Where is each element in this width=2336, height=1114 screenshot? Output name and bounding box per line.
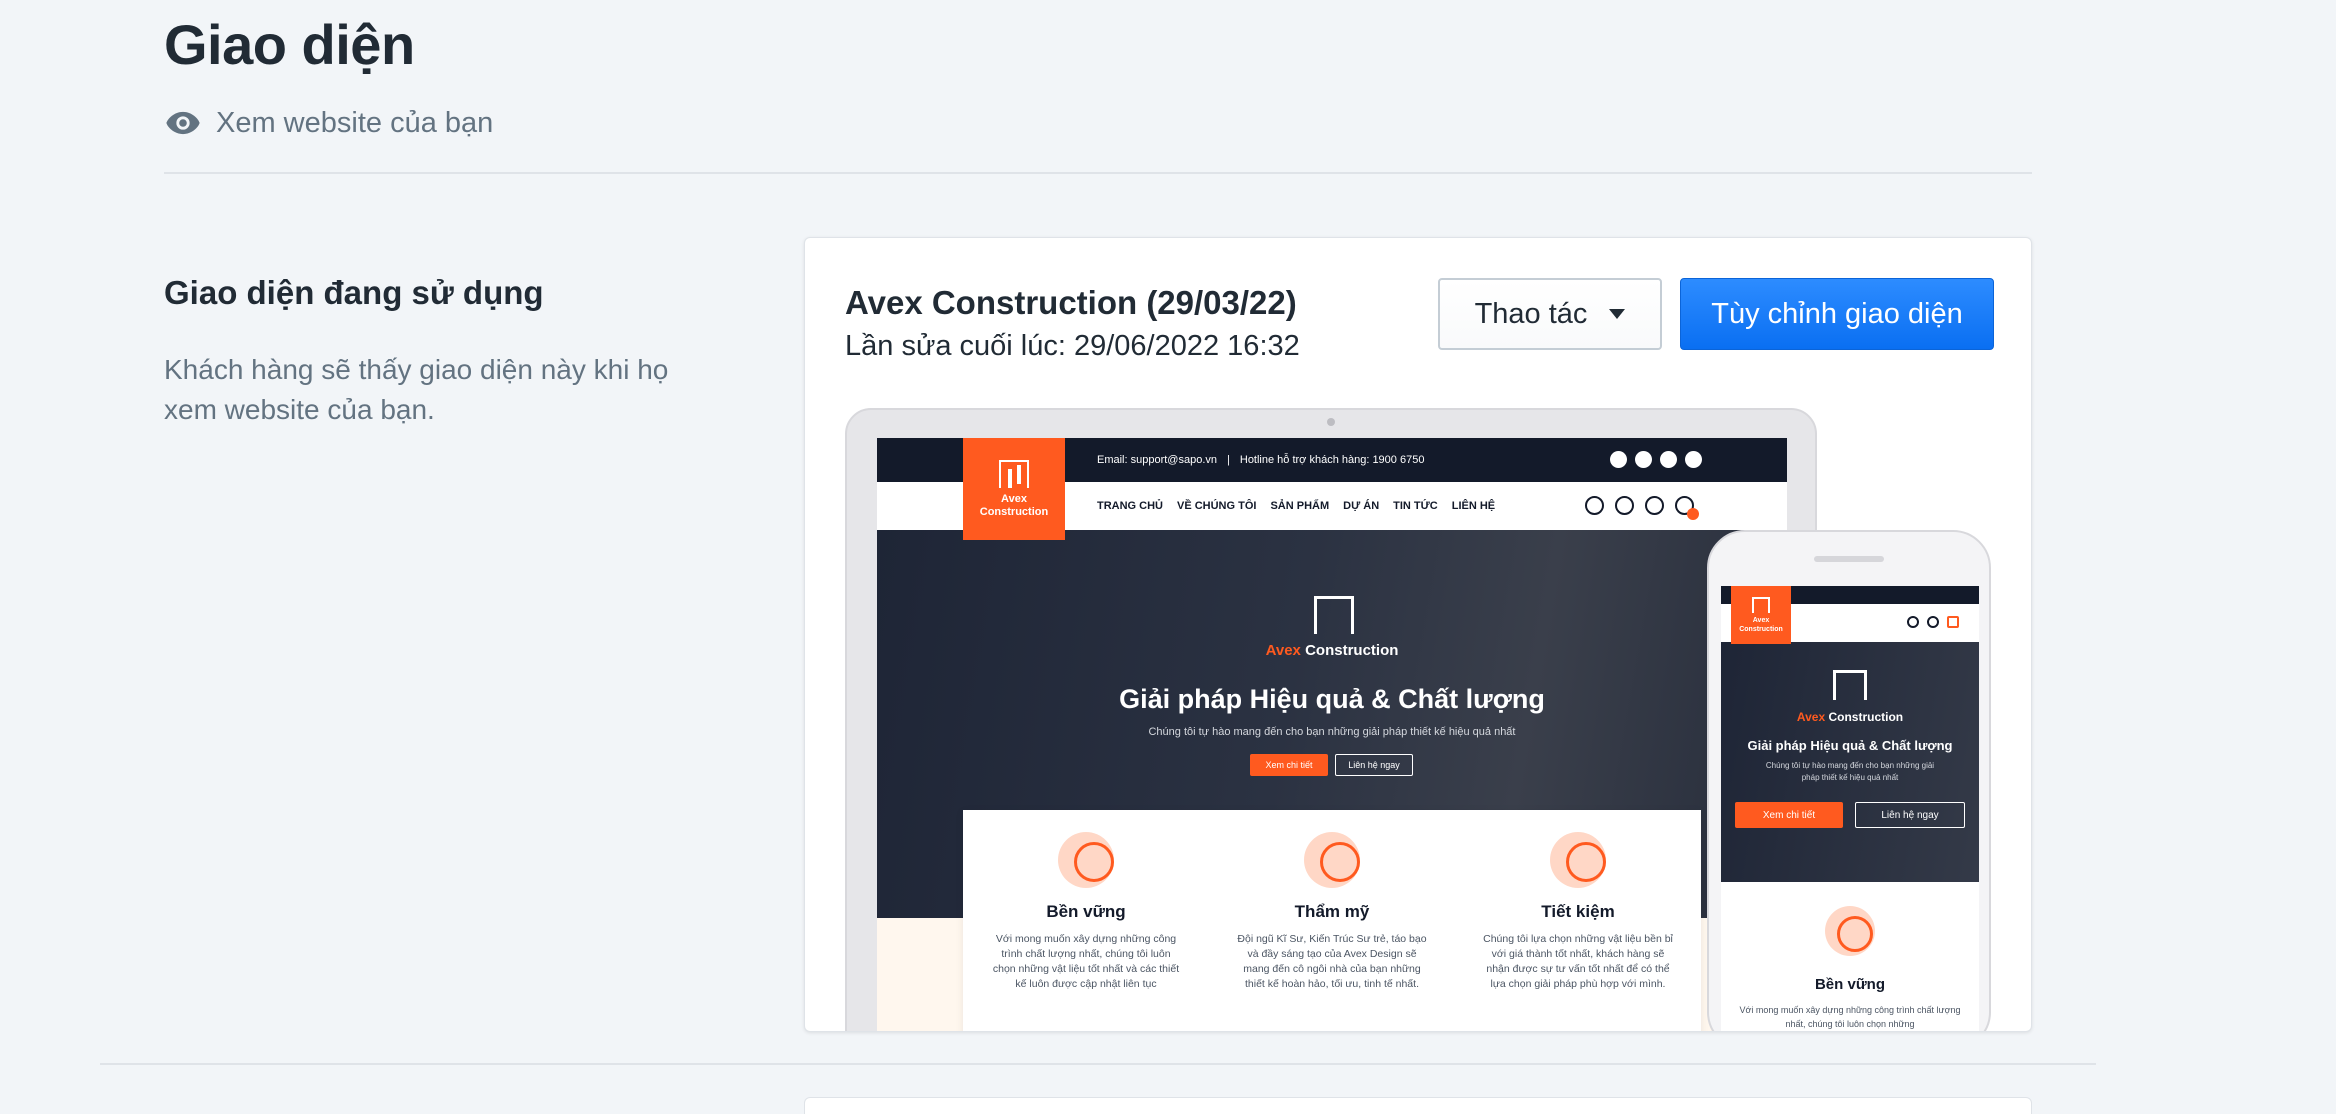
theme-last-edited: Lần sửa cuối lúc: 29/06/2022 16:32 [845,330,1300,362]
logo-line2: Construction [1739,625,1783,633]
hero-title: Giải pháp Hiệu quả & Chất lượng [1747,738,1953,753]
section-title: Giao diện đang sử dụng [164,274,544,311]
current-theme-card: Avex Construction (29/03/22) Lần sửa cuố… [804,237,2032,1032]
hero-brand: Avex Construction [877,642,1787,659]
house-design-icon [1304,832,1360,888]
brand-accent: Avex [1796,710,1826,724]
phone-speaker [1814,556,1884,562]
desktop-preview-screen: Email: support@sapo.vn | Hotline hỗ trợ … [877,438,1787,1031]
view-website-label: Xem website của bạn [216,106,494,139]
brand-rest: Construction [1300,642,1399,659]
actions-dropdown-button[interactable]: Thao tác [1438,278,1662,350]
building-icon [999,459,1029,488]
preview-separator: | [1227,454,1230,466]
logo-line2: Construction [979,505,1049,518]
nav-item: VỀ CHÚNG TÔI [1177,500,1257,512]
mobile-preview: Avex Construction Avex Construction Giải… [1707,530,1991,1031]
facebook-icon [1635,451,1652,468]
nav-item: TRANG CHỦ [1097,500,1163,512]
feature-item: Thẩm mỹ Đội ngũ Kĩ Sư, Kiến Trúc Sư trẻ,… [1209,810,1455,1031]
gear-check-icon [1825,906,1875,956]
instagram-icon [1610,451,1627,468]
youtube-icon [1660,451,1677,468]
preview-logo: Avex Construction [963,438,1065,540]
feature-title: Tiết kiệm [1541,902,1615,921]
social-icons [1610,451,1702,468]
preview-email: Email: support@sapo.vn [1097,454,1218,466]
theme-name: Avex Construction (29/03/22) [845,284,1297,321]
caret-down-icon [1609,309,1626,319]
nav-item: TIN TỨC [1393,500,1438,512]
nav-item: LIÊN HỆ [1451,500,1496,512]
hero-contact-button: Liên hệ ngay [1855,802,1965,828]
feature-title: Bền vững [1046,902,1126,921]
section-description: Khách hàng sẽ thấy giao diện này khi họ … [164,354,669,425]
hero-brand: Avex Construction [1721,710,1979,724]
feature-item: Tiết kiệm Chúng tôi lựa chọn những vật l… [1455,810,1701,1031]
feature-item: Bền vững Với mong muốn xây dựng những cô… [963,810,1209,1031]
twitter-icon [1685,451,1702,468]
search-icon [1585,496,1604,515]
menu-icon [1947,616,1959,628]
heart-icon [1907,616,1919,628]
hero-subtitle: Chúng tôi tự hào mang đến cho bạn những … [1765,761,1935,782]
next-card [804,1097,2032,1114]
actions-label: Thao tác [1474,297,1588,330]
user-icon [1615,496,1634,515]
hero-building-icon [1314,596,1354,634]
feature-desc: Chúng tôi lựa chọn những vật liệu bền bỉ… [1483,933,1673,990]
preview-features: Bền vững Với mong muốn xây dựng những cô… [963,810,1701,1031]
mobile-hero: Avex Construction Giải pháp Hiệu quả & C… [1721,642,1979,882]
preview-hotline: Hotline hỗ trợ khách hàng: 1900 6750 [1239,454,1425,466]
nav-item: SẢN PHẨM [1270,500,1330,512]
hero-detail-button: Xem chi tiết [1735,802,1843,828]
customize-theme-button[interactable]: Tùy chỉnh giao diện [1680,278,1994,350]
hero-detail-button: Xem chi tiết [1250,754,1328,776]
hero-title: Giải pháp Hiệu quả & Chất lượng [1119,684,1545,714]
view-website-link[interactable]: Xem website của bạn [164,104,493,142]
gear-check-icon [1058,832,1114,888]
page-title: Giao diện [164,13,415,76]
hero-contact-button: Liên hệ ngay [1335,754,1413,776]
mobile-preview-screen: Avex Construction Avex Construction Giải… [1721,586,1979,1031]
eye-icon [166,111,200,135]
brand-accent: Avex [1265,642,1301,659]
hero-subtitle: Chúng tôi tự hào mang đến cho bạn những … [1148,726,1516,738]
feature-title: Bền vững [1814,976,1886,993]
mobile-feature: Bền vững Với mong muốn xây dựng những cô… [1721,906,1979,1031]
brand-rest: Construction [1825,710,1904,724]
camera-dot [1327,418,1335,426]
logo-line1: Avex [1752,616,1770,624]
logo-line1: Avex [1001,492,1027,505]
cart-icon [1927,616,1939,628]
savings-hand-icon [1550,832,1606,888]
mobile-logo: Avex Construction [1731,586,1791,644]
section-divider [100,1063,2096,1065]
cart-badge [1687,508,1699,520]
hero-building-icon [1833,670,1867,700]
nav-item: DỰ ÁN [1343,500,1380,512]
desktop-preview: Email: support@sapo.vn | Hotline hỗ trợ … [845,408,1817,1031]
feature-desc: Với mong muốn xây dựng những công trình … [992,933,1180,990]
building-icon [1752,596,1770,613]
heart-icon [1645,496,1664,515]
feature-desc: Với mong muốn xây dựng những công trình … [1739,1005,1961,1029]
header-divider [164,172,2032,174]
feature-desc: Đội ngũ Kĩ Sư, Kiến Trúc Sư trẻ, táo bạo… [1237,933,1427,990]
feature-title: Thẩm mỹ [1294,902,1370,921]
